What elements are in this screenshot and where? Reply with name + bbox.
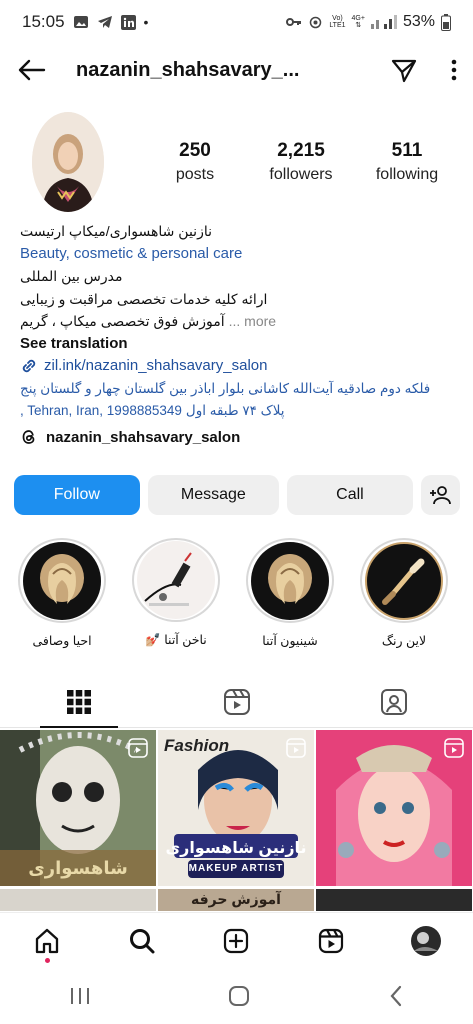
suggest-people-button[interactable] — [420, 475, 460, 515]
bio-line-3-row: آموزش فوق تخصصی میکاپ ، گریم ... more — [20, 310, 460, 333]
tab-reels[interactable] — [158, 676, 316, 727]
reel-badge-icon — [286, 738, 306, 758]
nav-search[interactable] — [122, 921, 162, 961]
hair-logo-icon — [23, 541, 101, 620]
post-thumbnail[interactable] — [316, 730, 472, 886]
nav-profile[interactable] — [406, 921, 446, 961]
nav-reels[interactable] — [311, 921, 351, 961]
highlight-item[interactable]: ناخن آتنا 💅🏼 — [124, 538, 228, 648]
post-overlay-text: نازنین شاهسواری — [165, 840, 307, 857]
notification-dot — [44, 957, 50, 963]
post-overlay-text: آموزش حرفه — [191, 891, 281, 907]
profile-username: nazanin_shahsavary_... — [76, 58, 300, 81]
call-button[interactable]: Call — [287, 475, 413, 515]
stat-followers[interactable]: 2,215 followers — [248, 140, 354, 184]
post-thumbnail[interactable]: Fashion نازنین شاهسواری MAKEUP ARTIST — [158, 730, 314, 886]
bio-line-2: ارائه کلیه خدمات تخصصی مراقبت و زیبایی — [20, 290, 268, 307]
battery-percent: 53% — [402, 13, 435, 30]
volte-indicator: Vo) LTE1 — [329, 15, 346, 29]
search-icon — [129, 928, 155, 953]
bottom-navigation — [0, 912, 473, 968]
post-overlay-text: شاهسواری — [28, 858, 128, 878]
hair-logo-icon — [251, 541, 329, 620]
bio-category[interactable]: Beauty, cosmetic & personal care — [20, 243, 460, 266]
brush-icon — [365, 541, 443, 620]
profile-actions: Follow Message Call — [14, 475, 460, 515]
story-highlights: احیا وصافی ناخن آتنا 💅🏼 شینیون آتنا لاین… — [10, 538, 473, 648]
hotspot-icon — [310, 16, 322, 28]
back-button-icon[interactable] — [388, 985, 404, 1007]
post-overlay-text: MAKEUP ARTIST — [188, 863, 284, 874]
threads-badge[interactable]: nazanin_shahsavary_salon — [20, 428, 240, 446]
message-button[interactable]: Message — [147, 475, 280, 515]
avatar[interactable] — [32, 112, 104, 212]
highlight-item[interactable]: شینیون آتنا — [238, 538, 342, 648]
post-thumbnail[interactable]: آموزش حرفه — [158, 889, 314, 911]
back-arrow-icon[interactable] — [16, 58, 46, 82]
notification-dot-icon: • — [143, 14, 149, 30]
reel-badge-icon — [444, 738, 464, 758]
home-button-icon[interactable] — [228, 985, 250, 1007]
bio-more-link[interactable]: ... more — [229, 310, 276, 333]
profile-icon — [410, 925, 441, 956]
stat-posts[interactable]: 250 posts — [142, 140, 248, 184]
tab-tagged[interactable] — [315, 676, 473, 727]
stat-following[interactable]: 511 following — [354, 140, 460, 184]
add-person-icon — [430, 486, 452, 505]
more-vertical-icon[interactable] — [451, 59, 457, 81]
profile-tabs — [0, 676, 473, 728]
bio-address-line-2[interactable]: , Tehran, Iran, 1998885349 پلاک ۷۴ طبقه … — [20, 400, 460, 423]
nail-file-icon — [137, 541, 215, 619]
follow-button[interactable]: Follow — [14, 475, 140, 515]
bio-line-1: مدرس بین المللی — [20, 268, 123, 284]
status-time: 15:05 — [22, 12, 65, 31]
posts-grid: شاهسواری Fashion نازنین شاهسواری MAKEUP … — [0, 730, 473, 912]
tagged-icon — [381, 688, 408, 715]
battery-icon — [441, 13, 451, 31]
profile-bio: نازنین شاهسواری/میکاپ ارتیست Beauty, cos… — [20, 220, 460, 423]
profile-summary: 250 posts 2,215 followers 511 following — [32, 112, 462, 212]
link-icon — [22, 360, 36, 373]
post-thumbnail[interactable]: شاهسواری — [0, 730, 156, 886]
reels-nav-icon — [318, 928, 344, 953]
grid-icon — [66, 689, 91, 714]
create-icon — [224, 928, 249, 953]
gallery-icon — [73, 16, 88, 28]
recent-apps-icon[interactable] — [69, 986, 91, 1006]
home-icon — [36, 928, 59, 953]
threads-icon — [22, 430, 35, 444]
linkedin-icon — [120, 14, 136, 30]
telegram-icon — [97, 16, 112, 28]
signal-icon — [370, 15, 397, 29]
post-thumbnail[interactable] — [0, 889, 156, 911]
bio-link[interactable]: zil.ink/nazanin_shahsavary_salon — [20, 355, 460, 378]
send-icon[interactable] — [391, 57, 417, 83]
bio-address-line-1[interactable]: فلکه دوم صادقیه آیت‌الله کاشانی بلوار اب… — [20, 378, 460, 401]
reels-icon — [223, 688, 250, 715]
status-bar: 15:05 • Vo) LTE1 4G+ ⇅ 53% — [0, 0, 473, 44]
key-icon — [286, 18, 302, 26]
nav-home[interactable] — [27, 921, 67, 963]
system-navigation — [0, 968, 473, 1024]
profile-stats: 250 posts 2,215 followers 511 following — [142, 140, 460, 184]
bio-line-3: آموزش فوق تخصصی میکاپ ، گریم — [20, 313, 225, 329]
highlight-item[interactable]: احیا وصافی — [10, 538, 114, 648]
see-translation-link[interactable]: See translation — [20, 333, 460, 356]
highlight-item[interactable]: لاین رنگ — [352, 538, 456, 648]
network-type-indicator: 4G+ ⇅ — [351, 15, 365, 29]
bio-name: نازنین شاهسواری/میکاپ ارتیست — [20, 223, 212, 239]
tab-grid[interactable] — [0, 676, 158, 728]
nav-create[interactable] — [216, 921, 256, 961]
profile-header: nazanin_shahsavary_... — [0, 48, 473, 92]
reel-badge-icon — [128, 738, 148, 758]
post-thumbnail[interactable] — [316, 889, 472, 911]
